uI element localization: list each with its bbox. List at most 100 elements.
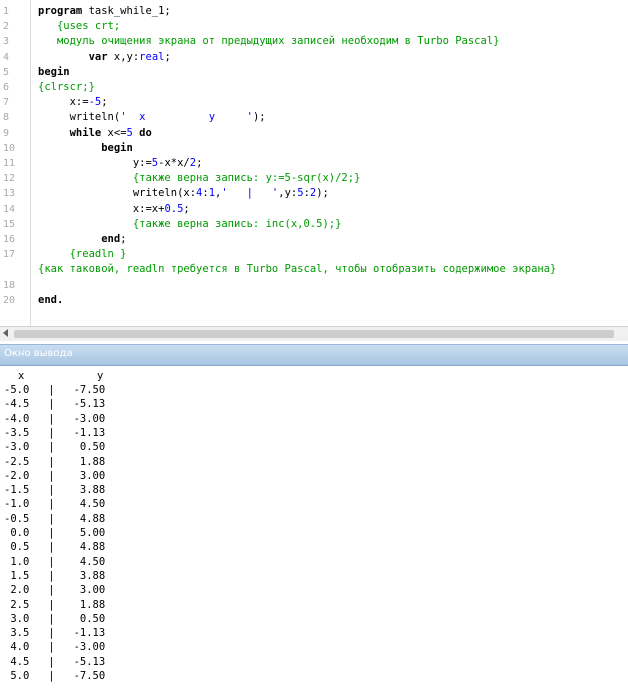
- code-token: модуль очищения экрана от предыдущих зап…: [38, 35, 500, 48]
- output-separator: |: [29, 527, 74, 539]
- output-y-value: 5.00: [73, 527, 106, 539]
- output-row: 0.5 | 4.88: [4, 540, 105, 554]
- output-separator: |: [29, 412, 74, 425]
- code-text: begin: [38, 65, 70, 80]
- output-separator: |: [29, 384, 74, 396]
- code-token: {как таковой, readln требуется в Turbo P…: [38, 263, 557, 276]
- output-header-y: y: [97, 370, 104, 382]
- code-token: x<=: [107, 126, 127, 139]
- output-x-value: -4.0: [4, 412, 30, 425]
- line-number: 1: [3, 6, 10, 17]
- code-token: 0.5: [164, 202, 184, 215]
- line-number: 14: [3, 203, 16, 215]
- code-token: {clrscr;}: [38, 81, 95, 93]
- output-x-value: -5.0: [4, 384, 30, 396]
- code-text: {как таковой, readln требуется в Turbo P…: [38, 262, 556, 277]
- output-x-value: -3.0: [4, 441, 30, 454]
- output-x-value: -4.5: [4, 398, 30, 411]
- code-token: {также верна запись: y:=5-sqr(x)/2;}: [38, 172, 361, 185]
- code-text: program task_while_1;: [38, 4, 171, 19]
- code-editor[interactable]: 1 program task_while_1; 2 {uses crt; 3 моду…: [0, 0, 628, 326]
- output-x-value: -1.0: [4, 498, 30, 511]
- code-token: {также верна запись: inc(x,0.5);}: [38, 217, 342, 230]
- code-text: {также верна запись: y:=5-sqr(x)/2;}: [38, 171, 361, 186]
- code-text: {uses crt;: [38, 19, 120, 34]
- output-y-value: -5.13: [73, 398, 106, 411]
- output-separator: |: [29, 426, 74, 439]
- code-text: begin: [38, 141, 133, 156]
- output-separator: |: [29, 655, 74, 668]
- output-y-value: -3.00: [73, 641, 106, 654]
- line-number: 13: [3, 188, 16, 200]
- output-separator: |: [29, 455, 74, 468]
- code-token: ' | ': [221, 187, 279, 200]
- line-number: 3: [3, 36, 10, 48]
- code-text: {readln }: [38, 247, 127, 262]
- output-separator: |: [29, 441, 74, 454]
- code-token: end.: [38, 293, 64, 306]
- output-y-value: -3.00: [73, 412, 106, 425]
- output-separator: |: [29, 498, 74, 511]
- output-separator: |: [29, 469, 74, 482]
- output-separator: |: [29, 541, 74, 554]
- code-text: writeln(x:4:1,' | ',y:5:2);: [38, 186, 329, 201]
- output-y-value: 4.50: [73, 555, 106, 568]
- output-row: 3.5 | -1.13: [4, 626, 105, 640]
- line-number: 18: [3, 279, 16, 291]
- line-number: 5: [3, 66, 10, 78]
- output-row: -3.0 | 0.50: [4, 440, 105, 454]
- code-text: end.: [38, 293, 63, 308]
- output-row: 3.0 | 0.50: [4, 612, 105, 626]
- output-separator: |: [29, 627, 74, 640]
- output-row: 5.0 | -7.50: [4, 669, 105, 683]
- code-token: ;: [120, 233, 127, 245]
- line-number: 12: [3, 173, 16, 185]
- code-token: while: [69, 126, 108, 139]
- output-window: x y -5.0 | -7.50 -4.5 | -5.13 -4.0 | -3.00…: [0, 366, 628, 700]
- output-panel-title: Окно вывода: [4, 348, 73, 359]
- output-row: -2.5 | 1.88: [4, 455, 105, 469]
- code-token: begin: [38, 65, 70, 78]
- code-token: writeln(x:: [38, 187, 197, 200]
- code-token: ;: [183, 202, 190, 215]
- code-token: end: [101, 233, 121, 245]
- code-text: writeln(' x y ');: [38, 110, 266, 125]
- output-x-value: 4.5: [4, 655, 30, 668]
- code-text: y:=5-x*x/2;: [38, 156, 203, 171]
- output-separator: |: [29, 612, 74, 625]
- code-token: real: [139, 50, 165, 63]
- code-token: x:=x+: [38, 202, 165, 215]
- output-row: -1.0 | 4.50: [4, 497, 105, 511]
- output-row: -1.5 | 3.88: [4, 483, 105, 497]
- output-y-value: -1.13: [73, 426, 106, 439]
- output-y-value: 1.88: [73, 455, 106, 468]
- output-y-value: 4.88: [73, 512, 106, 525]
- line-number: 10: [3, 142, 16, 154]
- output-row: -0.5 | 4.88: [4, 512, 105, 526]
- output-separator: |: [29, 598, 74, 611]
- output-y-value: 1.88: [73, 598, 106, 611]
- scrollbar-thumb[interactable]: [14, 330, 614, 338]
- output-row: -5.0 | -7.50: [4, 383, 105, 397]
- code-text: x:=-5;: [38, 95, 108, 110]
- output-y-value: 3.00: [73, 469, 106, 482]
- output-x-value: 0.0: [4, 527, 30, 539]
- code-token: writeln(: [38, 111, 121, 124]
- code-token: begin: [101, 141, 133, 154]
- scroll-left-arrow-icon[interactable]: [3, 329, 8, 337]
- output-separator: |: [29, 641, 74, 654]
- horizontal-scrollbar[interactable]: [0, 326, 628, 341]
- output-y-value: -7.50: [73, 384, 106, 396]
- code-token: ,y:: [278, 187, 298, 200]
- output-row: 0.0 | 5.00: [4, 526, 105, 540]
- code-text: end;: [38, 232, 127, 247]
- code-token: ;: [196, 157, 203, 169]
- output-y-value: 4.88: [73, 541, 106, 554]
- output-x-value: -2.5: [4, 455, 30, 468]
- output-row: 1.5 | 3.88: [4, 569, 105, 583]
- output-separator: |: [29, 569, 74, 582]
- line-number: 16: [3, 234, 16, 245]
